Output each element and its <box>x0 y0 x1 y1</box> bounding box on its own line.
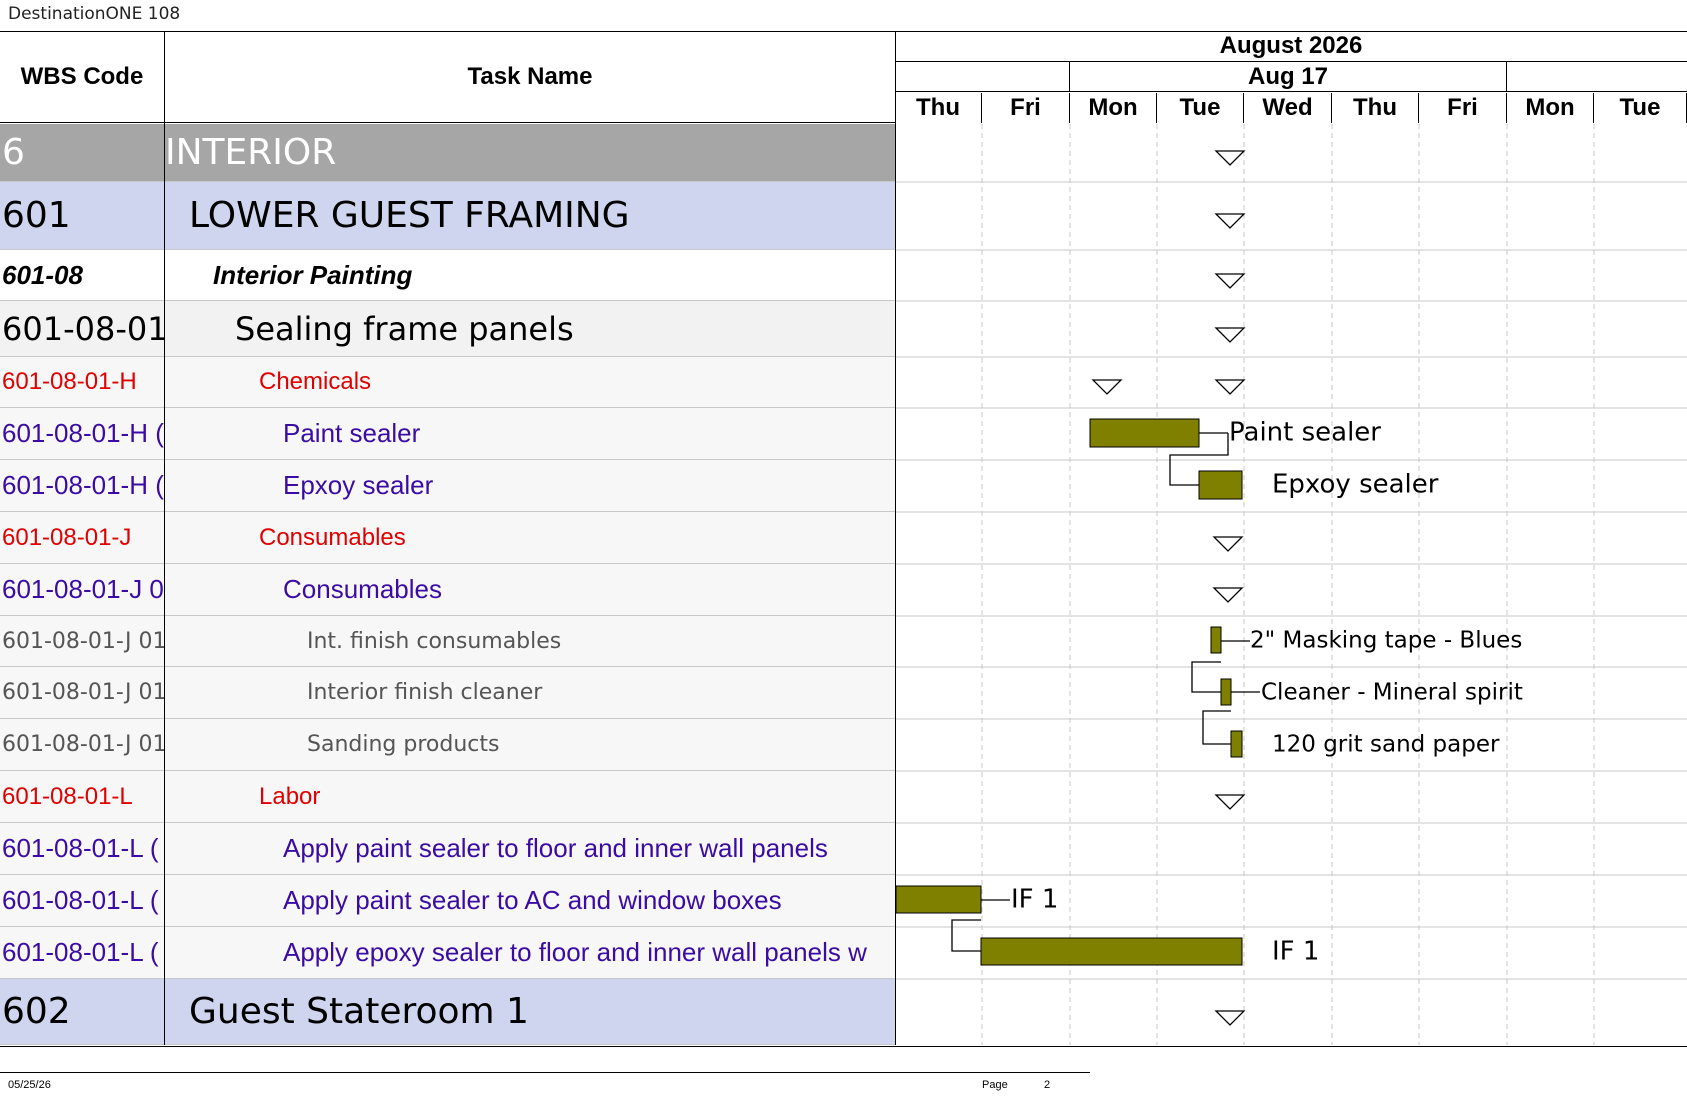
bar-label: IF 1 <box>1272 937 1319 967</box>
task-row[interactable]: 601-08-01-H (Epxoy sealer <box>0 460 895 512</box>
column-header-wbs[interactable]: WBS Code <box>0 31 165 123</box>
task-row[interactable]: 601-08-01-L (Apply paint sealer to AC an… <box>0 875 895 927</box>
task-name-cell[interactable]: Paint sealer <box>165 408 895 459</box>
wbs-code-cell[interactable]: 601-08-01-J 0 <box>0 564 164 615</box>
timescale-week: Aug 17 <box>1070 62 1507 92</box>
task-name-cell[interactable]: Int. finish consumables <box>165 616 895 666</box>
task-row[interactable]: 601-08-01-J Consumables <box>0 512 895 564</box>
task-bar <box>1230 730 1243 758</box>
task-name-cell[interactable]: Apply paint sealer to floor and inner wa… <box>165 823 895 874</box>
footer-rule <box>0 1072 1090 1073</box>
wbs-code-cell[interactable]: 601-08-01 <box>0 301 164 356</box>
summary-triangle <box>1091 379 1123 395</box>
task-row[interactable]: 601-08-01-L (Apply paint sealer to floor… <box>0 823 895 875</box>
timescale-day: Tue <box>1594 93 1687 123</box>
task-name-cell[interactable]: Consumables <box>165 564 895 615</box>
summary-triangle <box>1212 587 1244 603</box>
timescale-day: Thu <box>1332 93 1419 123</box>
timescale-day: Mon <box>1507 93 1594 123</box>
timescale-week-next <box>1507 62 1687 92</box>
bar-label: IF 1 <box>1011 885 1058 915</box>
task-name-cell[interactable]: Sanding products <box>165 719 895 770</box>
task-bar <box>1220 678 1232 706</box>
task-bar <box>1089 418 1200 448</box>
wbs-code-cell[interactable]: 601-08 <box>0 250 164 300</box>
footer-page-number: 2 <box>1044 1079 1051 1091</box>
task-bar <box>1198 470 1243 500</box>
task-row[interactable]: 601-08-01-H Chemicals <box>0 357 895 408</box>
task-row[interactable]: 601-08-01-J 01 Interior finish cleaner <box>0 667 895 719</box>
summary-triangle <box>1214 1010 1246 1026</box>
timescale-day: Fri <box>982 93 1070 123</box>
wbs-code-cell[interactable]: 601-08-01-L ( <box>0 823 164 874</box>
wbs-code-cell[interactable]: 601-08-01-H <box>0 357 164 407</box>
task-name-cell[interactable]: Consumables <box>165 512 895 563</box>
task-bar <box>980 937 1243 966</box>
timescale-day: Mon <box>1070 93 1157 123</box>
footer-page-label: Page <box>982 1079 1008 1091</box>
task-name-cell[interactable]: Labor <box>165 771 895 822</box>
task-row[interactable]: 601-08-01-J 01 Sanding products <box>0 719 895 771</box>
task-row[interactable]: 601-08 Interior Painting <box>0 250 895 301</box>
summary-triangle <box>1214 379 1246 395</box>
task-name-cell[interactable]: INTERIOR <box>165 124 895 181</box>
wbs-code-cell[interactable]: 6 <box>0 124 164 181</box>
task-name-cell[interactable]: Interior Painting <box>165 250 895 300</box>
bar-label: Epxoy sealer <box>1272 470 1439 500</box>
footer-date: 05/25/26 <box>8 1079 51 1091</box>
task-row[interactable]: 601-08-01 Sealing frame panels <box>0 301 895 357</box>
task-name-cell[interactable]: Guest Stateroom 1 <box>165 979 895 1044</box>
task-row[interactable]: 601-08-01-L (Apply epoxy sealer to floor… <box>0 927 895 979</box>
task-name-cell[interactable]: Apply paint sealer to AC and window boxe… <box>165 875 895 926</box>
dependency-link <box>1202 710 1231 745</box>
task-name-cell[interactable]: LOWER GUEST FRAMING <box>165 182 895 249</box>
bar-label: 2" Masking tape - Blues <box>1250 628 1522 654</box>
wbs-code-cell[interactable]: 601-08-01-J 01 <box>0 719 164 770</box>
task-row[interactable]: 602 Guest Stateroom 1 <box>0 979 895 1045</box>
task-name-cell[interactable]: Epxoy sealer <box>165 460 895 511</box>
timescale-day: Wed <box>1244 93 1332 123</box>
summary-triangle <box>1214 273 1246 289</box>
summary-triangle <box>1214 794 1246 810</box>
bar-label: 120 grit sand paper <box>1272 732 1500 758</box>
wbs-code-cell[interactable]: 601-08-01-L <box>0 771 164 822</box>
bar-label: Paint sealer <box>1229 418 1381 448</box>
wbs-code-cell[interactable]: 601-08-01-J <box>0 512 164 563</box>
wbs-code-cell[interactable]: 601-08-01-L ( <box>0 927 164 978</box>
task-row[interactable]: 6 INTERIOR <box>0 124 895 182</box>
wbs-code-cell[interactable]: 601-08-01-L ( <box>0 875 164 926</box>
column-header-task-name[interactable]: Task Name <box>165 31 895 123</box>
gantt-chart: Paint sealer Epxoy sealer 2" Masking tape … <box>896 124 1687 1045</box>
wbs-code-cell[interactable]: 601 <box>0 182 164 249</box>
task-bar <box>1210 626 1222 654</box>
wbs-code-cell[interactable]: 601-08-01-J 01 <box>0 616 164 666</box>
summary-triangle <box>1214 213 1246 229</box>
task-name-cell[interactable]: Interior finish cleaner <box>165 667 895 718</box>
dependency-link <box>951 919 981 952</box>
task-row[interactable]: 601 LOWER GUEST FRAMING <box>0 182 895 250</box>
task-row[interactable]: 601-08-01-H (Paint sealer <box>0 408 895 460</box>
wbs-code-cell[interactable]: 601-08-01-H ( <box>0 460 164 511</box>
timescale-day: Thu <box>895 93 982 123</box>
wbs-code-cell[interactable]: 601-08-01-H ( <box>0 408 164 459</box>
bar-label: Cleaner - Mineral spirit <box>1261 680 1523 706</box>
task-row[interactable]: 601-08-01-J 01 Int. finish consumables <box>0 616 895 667</box>
task-row[interactable]: 601-08-01-J 0 Consumables <box>0 564 895 616</box>
timescale-week-prev <box>895 62 1070 92</box>
timescale-day: Fri <box>1419 93 1507 123</box>
timescale-day: Tue <box>1157 93 1244 123</box>
wbs-code-cell[interactable]: 602 <box>0 979 164 1044</box>
timescale-month: August 2026 <box>895 31 1687 62</box>
wbs-code-cell[interactable]: 601-08-01-J 01 <box>0 667 164 718</box>
summary-triangle <box>1212 536 1244 552</box>
summary-triangle <box>1214 150 1246 166</box>
task-row[interactable]: 601-08-01-L Labor <box>0 771 895 823</box>
document-title: DestinationONE 108 <box>8 4 181 24</box>
task-bar <box>896 885 982 914</box>
task-name-cell[interactable]: Apply epoxy sealer to floor and inner wa… <box>165 927 895 978</box>
task-name-cell[interactable]: Sealing frame panels <box>165 301 895 356</box>
summary-triangle <box>1214 327 1246 343</box>
task-name-cell[interactable]: Chemicals <box>165 357 895 407</box>
divider-wbs-task <box>164 31 165 1045</box>
